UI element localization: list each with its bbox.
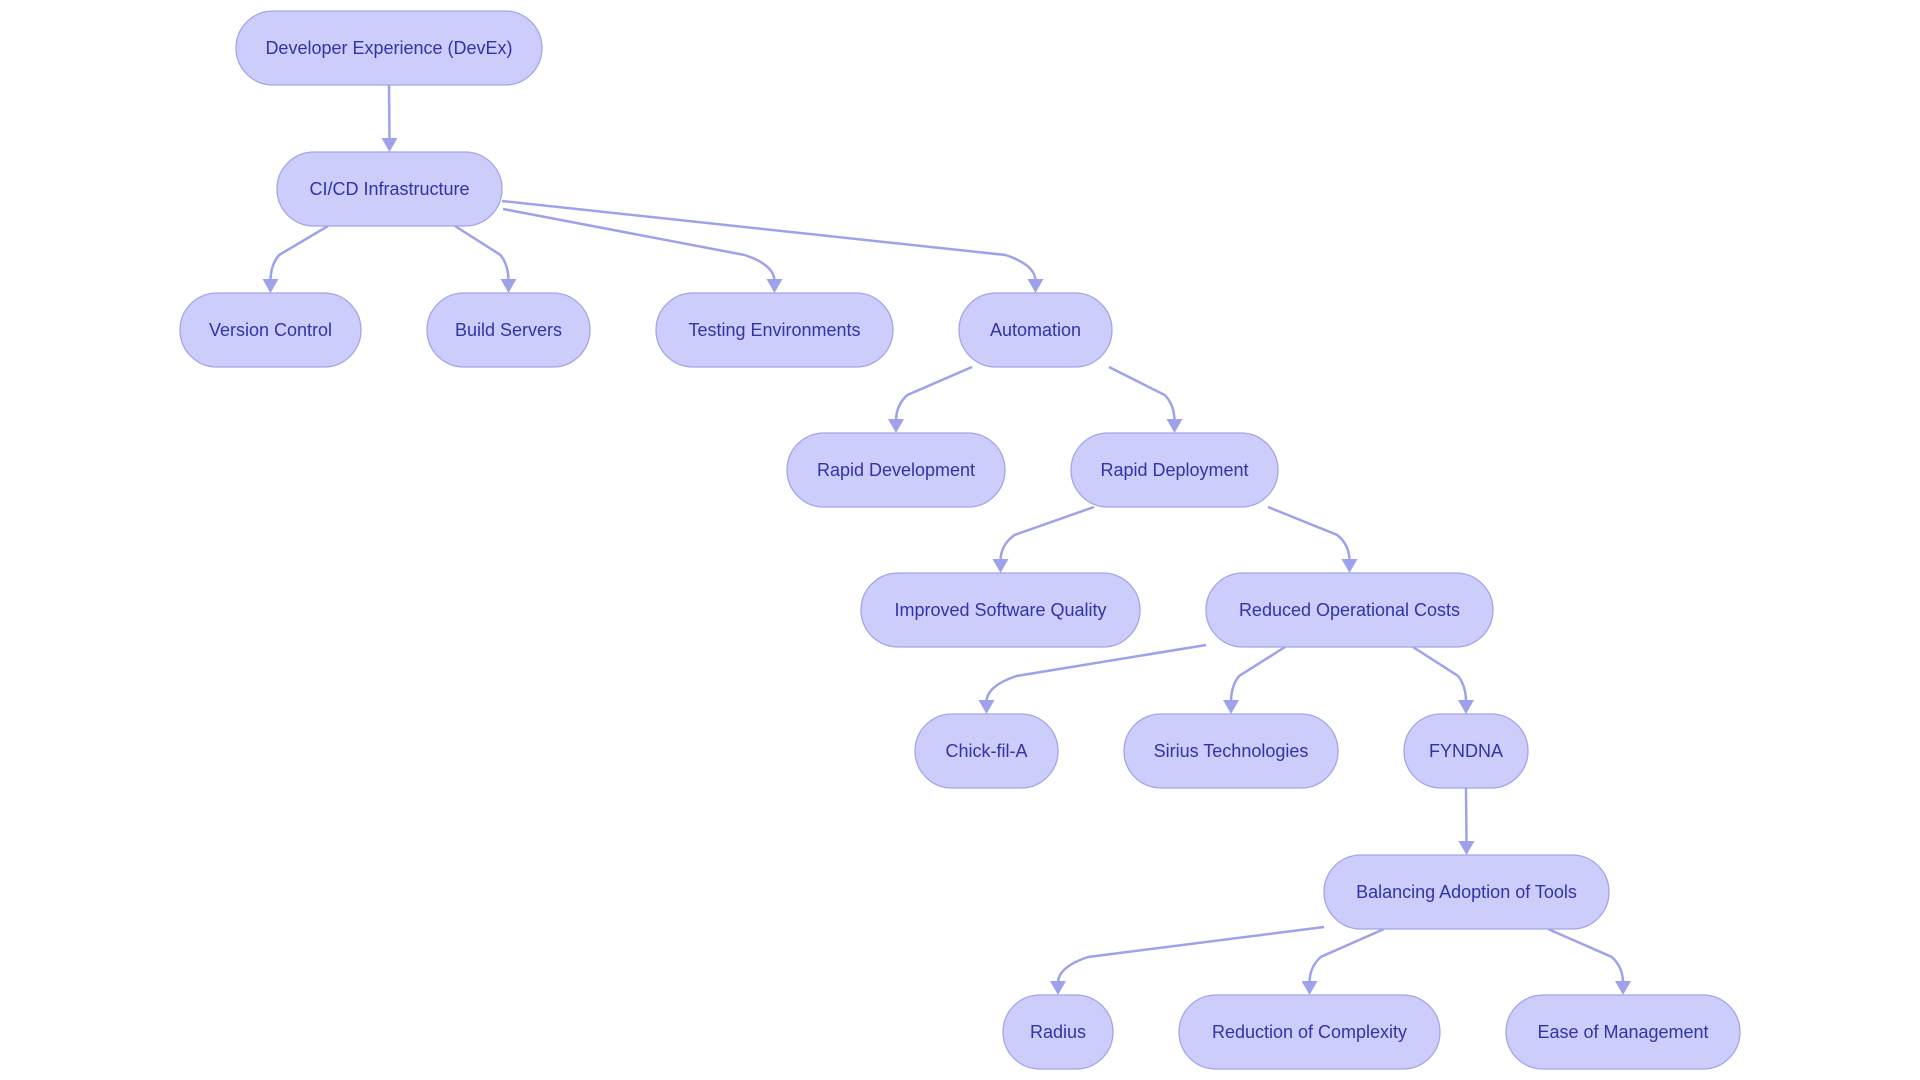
node-testing-env[interactable]: Testing Environments — [655, 292, 894, 368]
node-label: Rapid Development — [817, 460, 975, 480]
node-improved-quality[interactable]: Improved Software Quality — [860, 572, 1141, 648]
node-label: Radius — [1030, 1022, 1086, 1042]
node-label: Automation — [990, 320, 1081, 340]
edge-automation-to-rapid-deploy — [1108, 365, 1183, 433]
edge-line — [985, 643, 1207, 703]
node-label: Build Servers — [455, 320, 562, 340]
edge-fyndna-to-balancing — [1458, 787, 1475, 855]
node-automation[interactable]: Automation — [958, 292, 1113, 368]
nodes-layer: Developer Experience (DevEx) CI/CD Infras… — [179, 10, 1741, 1070]
edge-automation-to-rapid-dev — [888, 365, 973, 433]
arrowhead-icon — [1458, 841, 1475, 855]
node-rapid-deploy[interactable]: Rapid Deployment — [1070, 432, 1279, 508]
edge-cicd-to-build-servers — [454, 224, 517, 293]
edge-line — [1056, 925, 1325, 984]
edge-line — [1464, 787, 1468, 844]
edge-line — [1229, 645, 1286, 703]
edge-line — [502, 207, 776, 282]
node-label: CI/CD Infrastructure — [309, 179, 469, 199]
arrowhead-icon — [1341, 559, 1358, 573]
edge-line — [1547, 927, 1625, 984]
edge-line — [1308, 927, 1385, 984]
edge-cicd-to-version-control — [262, 224, 329, 293]
node-label: Rapid Deployment — [1100, 460, 1248, 480]
node-label: Sirius Technologies — [1154, 741, 1309, 761]
node-chick-fil-a[interactable]: Chick-fil-A — [914, 713, 1059, 789]
diagram-canvas: Developer Experience (DevEx) CI/CD Infras… — [179, 10, 1741, 1070]
arrowhead-icon — [1301, 981, 1318, 995]
edge-line — [1412, 645, 1468, 703]
node-version-control[interactable]: Version Control — [179, 292, 362, 368]
edge-devex-to-cicd — [381, 84, 398, 152]
node-ease-management[interactable]: Ease of Management — [1505, 994, 1741, 1070]
node-reduction-complexity[interactable]: Reduction of Complexity — [1178, 994, 1441, 1070]
edge-line — [894, 365, 973, 422]
edge-balancing-to-radius — [1050, 925, 1325, 995]
node-label: Reduced Operational Costs — [1239, 600, 1460, 620]
node-label: Testing Environments — [688, 320, 860, 340]
arrowhead-icon — [888, 419, 904, 433]
edge-line — [269, 224, 329, 282]
edge-reduced-costs-to-chick-fil-a — [978, 643, 1207, 714]
node-label: Developer Experience (DevEx) — [265, 38, 512, 58]
edge-reduced-costs-to-fyndna — [1412, 645, 1474, 714]
node-label: Improved Software Quality — [894, 600, 1106, 620]
node-cicd[interactable]: CI/CD Infrastructure — [276, 151, 503, 227]
node-balancing[interactable]: Balancing Adoption of Tools — [1323, 854, 1610, 930]
node-sirius[interactable]: Sirius Technologies — [1123, 713, 1339, 789]
edge-rapid-deploy-to-improved-quality — [992, 505, 1095, 573]
edge-reduced-costs-to-sirius — [1223, 645, 1286, 714]
edge-line — [387, 84, 391, 141]
node-label: Ease of Management — [1537, 1022, 1708, 1042]
edge-line — [454, 224, 510, 282]
node-radius[interactable]: Radius — [1002, 994, 1114, 1070]
edge-line — [999, 505, 1095, 562]
edge-balancing-to-reduction-complexity — [1301, 927, 1385, 995]
edge-line — [1108, 365, 1176, 422]
arrowhead-icon — [1050, 981, 1066, 995]
node-rapid-dev[interactable]: Rapid Development — [786, 432, 1006, 508]
node-build-servers[interactable]: Build Servers — [426, 292, 591, 368]
node-fyndna[interactable]: FYNDNA — [1403, 713, 1529, 789]
node-label: Balancing Adoption of Tools — [1356, 882, 1577, 902]
node-label: FYNDNA — [1429, 741, 1503, 761]
node-label: Chick-fil-A — [945, 741, 1027, 761]
arrowhead-icon — [766, 279, 783, 293]
arrowhead-icon — [500, 279, 517, 293]
arrowhead-icon — [992, 559, 1009, 573]
arrowhead-icon — [1615, 981, 1631, 995]
arrowhead-icon — [1223, 700, 1239, 714]
arrowhead-icon — [1166, 419, 1183, 433]
arrowhead-icon — [978, 700, 995, 714]
edge-rapid-deploy-to-reduced-costs — [1267, 505, 1358, 573]
arrowhead-icon — [381, 138, 398, 152]
arrowhead-icon — [1458, 700, 1474, 714]
edge-line — [1267, 505, 1351, 562]
arrowhead-icon — [262, 279, 279, 293]
node-label: Version Control — [209, 320, 332, 340]
node-devex[interactable]: Developer Experience (DevEx) — [235, 10, 543, 86]
node-reduced-costs[interactable]: Reduced Operational Costs — [1205, 572, 1494, 648]
arrowhead-icon — [1027, 279, 1044, 293]
node-label: Reduction of Complexity — [1212, 1022, 1407, 1042]
edge-cicd-to-testing-env — [502, 207, 783, 293]
edge-balancing-to-ease-management — [1547, 927, 1631, 995]
